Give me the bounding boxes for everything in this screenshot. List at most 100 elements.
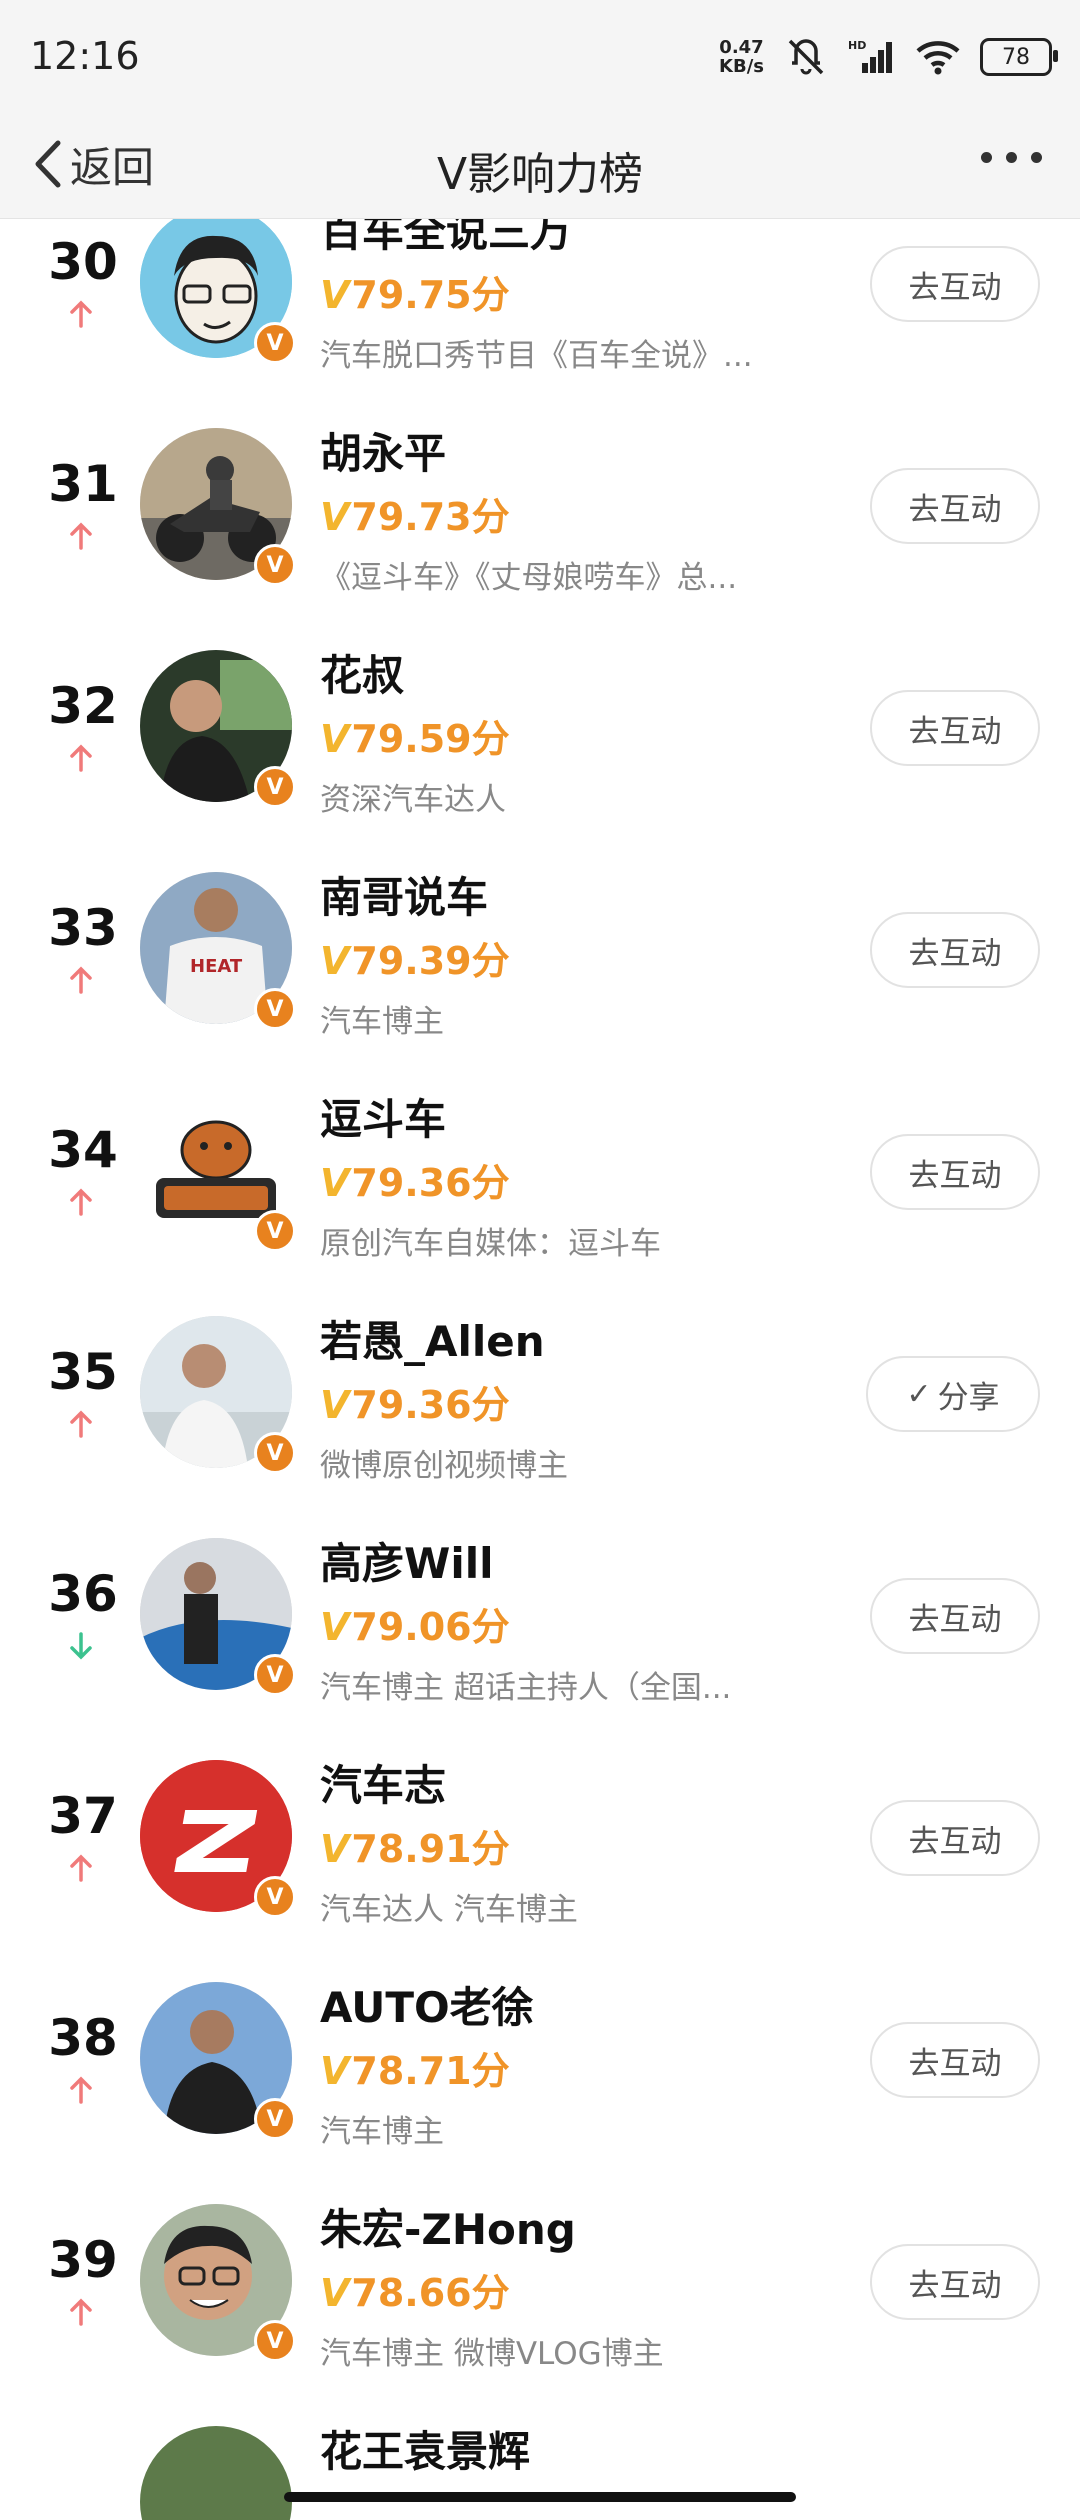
user-description: 微博原创视频博主: [320, 1448, 568, 1484]
score-v-icon: V: [320, 495, 350, 539]
user-name[interactable]: 逗斗车: [320, 1086, 446, 1147]
list-item[interactable]: 39 V 朱宏-ZHong V78.66分 汽车博主 微博VLOG博主 去互动: [0, 2168, 1080, 2390]
score-v-icon: V: [320, 1827, 350, 1871]
verified-badge: V: [254, 1210, 296, 1252]
trend-up-icon: [70, 300, 92, 328]
influence-score: V79.75分: [320, 264, 510, 319]
svg-text:HD: HD: [848, 39, 866, 52]
more-options-button[interactable]: [981, 152, 1042, 163]
ranking-list[interactable]: 30 V 百车全说三万 V79.75分 汽车脱口秀节目《百车全说》... 去互动…: [0, 219, 1080, 2520]
list-item[interactable]: 31 V 胡永平 V79.73分 《逗斗车》《丈母娘唠车》总... 去互动: [0, 392, 1080, 614]
trend-down-icon: [70, 1632, 92, 1660]
user-description: 《逗斗车》《丈母娘唠车》总...: [320, 560, 738, 596]
trend-up-icon: [70, 744, 92, 772]
interact-button[interactable]: 去互动: [870, 912, 1040, 988]
wifi-icon: [916, 41, 960, 75]
trend-up-icon: [70, 1854, 92, 1882]
user-description: 资深汽车达人: [320, 782, 506, 818]
list-item[interactable]: 32 V 花叔 V79.59分 资深汽车达人 去互动: [0, 614, 1080, 836]
battery-level: 78: [1002, 44, 1030, 70]
status-icons: 0.47 KB/s HD 78: [719, 30, 1058, 84]
avatar[interactable]: [140, 2426, 292, 2520]
list-item[interactable]: 35 V 若愚_Allen V79.36分 微博原创视频博主 ✓ 分享: [0, 1280, 1080, 1502]
interact-button[interactable]: 去互动: [870, 2022, 1040, 2098]
check-icon: ✓: [906, 1376, 932, 1412]
user-name[interactable]: 高彦Will: [320, 1530, 494, 1591]
user-description: 汽车博主: [320, 1004, 444, 1040]
user-description: 汽车达人 汽车博主: [320, 1892, 578, 1928]
verified-badge: V: [254, 1432, 296, 1474]
score-v-icon: V: [320, 273, 350, 317]
rank-number: 39: [48, 2231, 118, 2289]
user-name[interactable]: 花叔: [320, 642, 404, 703]
status-time: 12:16: [30, 34, 140, 78]
network-speed: 0.47 KB/s: [719, 38, 764, 76]
rank-number: 38: [48, 2009, 118, 2067]
nav-bar: 返回 V影响力榜: [0, 112, 1080, 219]
user-description: 汽车博主: [320, 2114, 444, 2150]
influence-score: V79.59分: [320, 708, 510, 763]
interact-button[interactable]: 去互动: [870, 1800, 1040, 1876]
rank-number: 37: [48, 1787, 118, 1845]
page-title: V影响力榜: [436, 149, 644, 200]
list-item[interactable]: 34 V 逗斗车 V79.36分 原创汽车自媒体：逗斗车 去互动: [0, 1058, 1080, 1280]
interact-button[interactable]: 去互动: [870, 2244, 1040, 2320]
list-item[interactable]: 30 V 百车全说三万 V79.75分 汽车脱口秀节目《百车全说》... 去互动: [0, 219, 1080, 392]
trend-up-icon: [70, 966, 92, 994]
influence-score: V79.73分: [320, 486, 510, 541]
more-dot-icon: [1031, 152, 1042, 163]
home-indicator[interactable]: [284, 2492, 796, 2502]
trend-up-icon: [70, 1410, 92, 1438]
user-name[interactable]: 百车全说三万: [320, 219, 572, 259]
user-name[interactable]: 胡永平: [320, 420, 446, 481]
score-value: 79.36分: [351, 1383, 510, 1427]
user-name[interactable]: 南哥说车: [320, 864, 488, 925]
interact-button[interactable]: 去互动: [870, 1134, 1040, 1210]
list-item[interactable]: 36 V 高彦Will V79.06分 汽车博主 超话主持人（全国... 去互动: [0, 1502, 1080, 1724]
trend-up-icon: [70, 1188, 92, 1216]
verified-badge: V: [254, 322, 296, 364]
trend-up-icon: [70, 2076, 92, 2104]
user-description: 原创汽车自媒体：逗斗车: [320, 1226, 661, 1262]
rank-number: 34: [48, 1121, 118, 1179]
score-v-icon: V: [320, 717, 350, 761]
score-value: 79.59分: [351, 717, 510, 761]
interact-button[interactable]: 去互动: [870, 246, 1040, 322]
influence-score: V78.66分: [320, 2262, 510, 2317]
more-dot-icon: [981, 152, 992, 163]
score-v-icon: V: [320, 2049, 350, 2093]
user-name[interactable]: 若愚_Allen: [320, 1308, 545, 1369]
verified-badge: V: [254, 766, 296, 808]
score-value: 78.71分: [351, 2049, 510, 2093]
rank-number: 36: [48, 1565, 118, 1623]
list-item[interactable]: 37 V 汽车志 V78.91分 汽车达人 汽车博主 去互动: [0, 1724, 1080, 1946]
user-description: 汽车博主 微博VLOG博主: [320, 2336, 664, 2372]
list-item[interactable]: 33 HEAT V 南哥说车 V79.39分 汽车博主 去互动: [0, 836, 1080, 1058]
score-value: 79.36分: [351, 1161, 510, 1205]
interact-button[interactable]: 去互动: [870, 690, 1040, 766]
user-name[interactable]: 花王袁景辉: [320, 2418, 530, 2479]
trend-up-icon: [70, 522, 92, 550]
network-speed-value: 0.47: [719, 37, 764, 58]
rank-number: 30: [48, 233, 118, 291]
influence-score: V78.91分: [320, 1818, 510, 1873]
more-dot-icon: [1006, 152, 1017, 163]
user-name[interactable]: 朱宏-ZHong: [320, 2196, 576, 2257]
user-name[interactable]: AUTO老徐: [320, 1974, 534, 2035]
user-name[interactable]: 汽车志: [320, 1752, 446, 1813]
score-v-icon: V: [320, 1161, 350, 1205]
influence-score: V78.71分: [320, 2040, 510, 2095]
verified-badge: V: [254, 2098, 296, 2140]
svg-text:HEAT: HEAT: [190, 956, 243, 977]
influence-score: V79.36分: [320, 1374, 510, 1429]
influence-score: V79.36分: [320, 1152, 510, 1207]
influence-score: V79.39分: [320, 930, 510, 985]
network-speed-unit: KB/s: [719, 56, 764, 77]
interact-button[interactable]: 去互动: [870, 1578, 1040, 1654]
status-bar: 12:16 0.47 KB/s HD 78: [0, 0, 1080, 112]
interact-button[interactable]: 去互动: [870, 468, 1040, 544]
share-button[interactable]: ✓ 分享: [866, 1356, 1040, 1432]
list-item[interactable]: 38 V AUTO老徐 V78.71分 汽车博主 去互动: [0, 1946, 1080, 2168]
verified-badge: V: [254, 988, 296, 1030]
score-value: 78.66分: [351, 2271, 510, 2315]
